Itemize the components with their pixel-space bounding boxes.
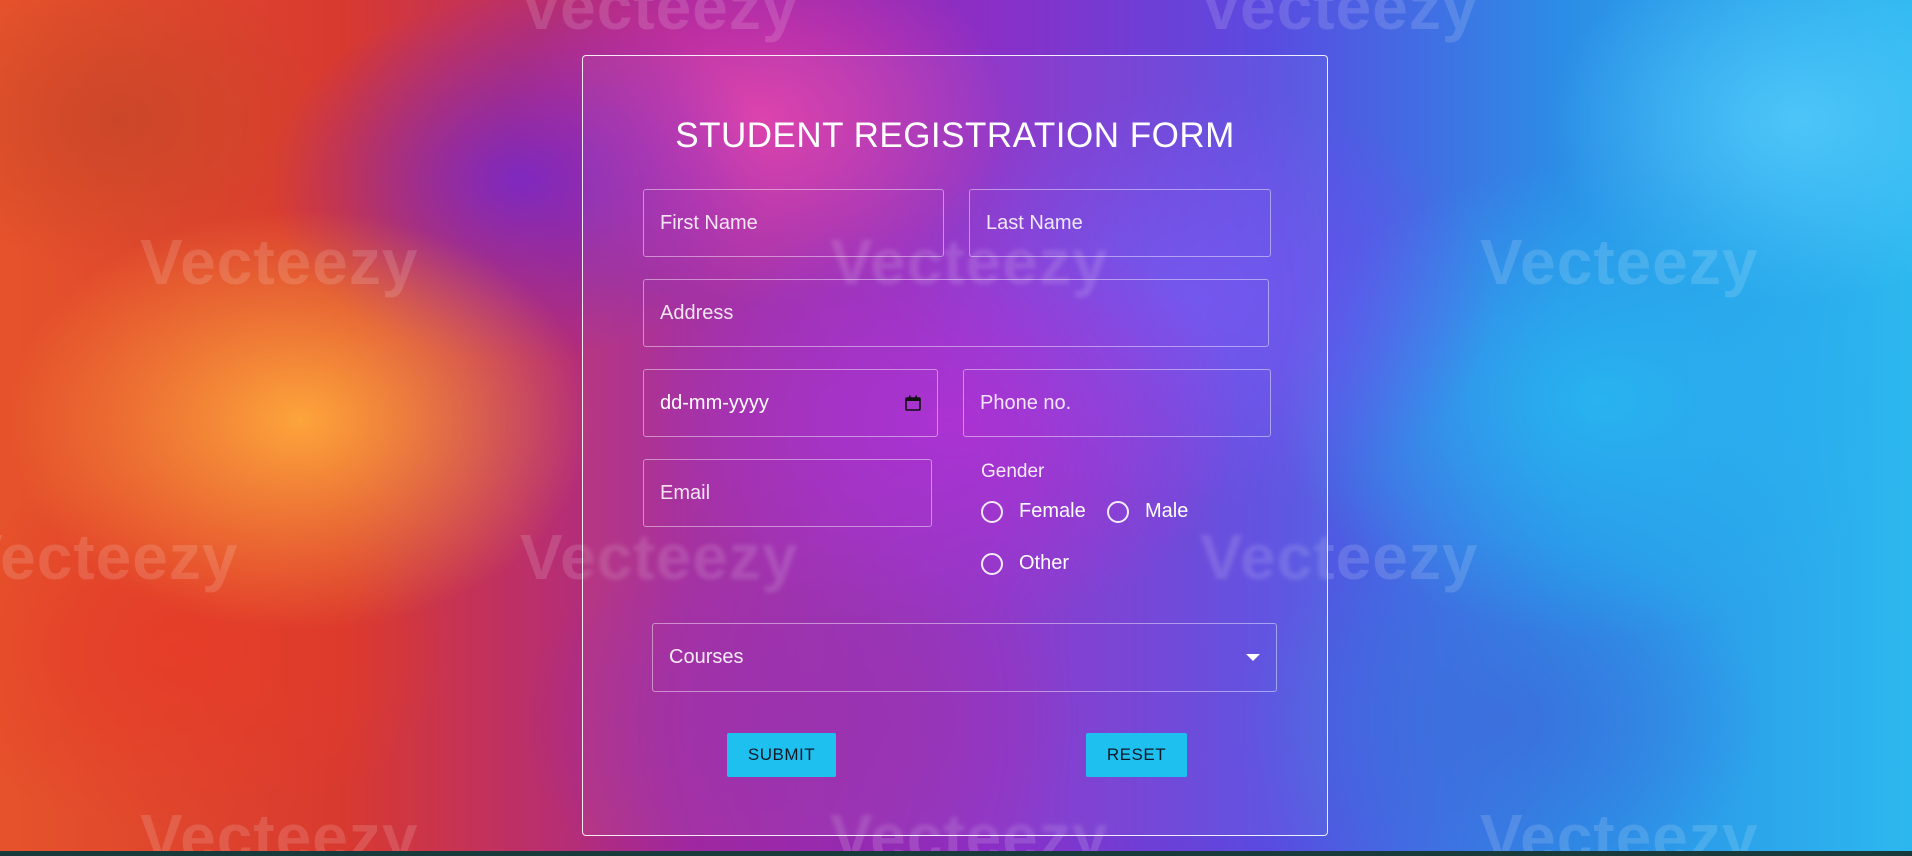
bottom-strip: [0, 851, 1912, 856]
registration-form: STUDENT REGISTRATION FORM dd-mm-yyyy Gen…: [582, 55, 1328, 836]
reset-button[interactable]: RESET: [1086, 733, 1187, 777]
gender-option-male[interactable]: Male: [1107, 500, 1188, 523]
gender-label: Gender: [981, 461, 1045, 482]
date-placeholder: dd-mm-yyyy: [660, 391, 769, 414]
date-of-birth-input[interactable]: dd-mm-yyyy: [643, 369, 938, 437]
gender-option-other[interactable]: Other: [981, 552, 1069, 575]
first-name-input[interactable]: [643, 189, 944, 257]
address-input[interactable]: [643, 279, 1269, 347]
watermark: Vecteezy: [140, 226, 419, 298]
gender-option-female[interactable]: Female: [981, 500, 1086, 523]
email-input[interactable]: [643, 459, 932, 527]
watermark: Vecteezy: [1480, 226, 1759, 298]
radio-circle-icon[interactable]: [981, 500, 1003, 523]
radio-circle-icon[interactable]: [981, 552, 1003, 575]
radio-circle-icon[interactable]: [1107, 500, 1129, 523]
courses-label: Courses: [669, 646, 744, 668]
gender-option-label: Male: [1145, 500, 1189, 522]
form-title: STUDENT REGISTRATION FORM: [675, 116, 1235, 155]
gender-option-label: Other: [1019, 552, 1070, 574]
gender-option-label: Female: [1019, 500, 1086, 522]
watermark: Vecteezy: [0, 521, 239, 593]
phone-input[interactable]: [963, 369, 1271, 437]
watermark: Vecteezy: [520, 0, 799, 43]
last-name-input[interactable]: [969, 189, 1271, 257]
courses-select[interactable]: Courses: [652, 623, 1277, 692]
calendar-icon[interactable]: [905, 395, 921, 411]
chevron-down-icon[interactable]: [1246, 654, 1260, 661]
watermark: Vecteezy: [1480, 801, 1759, 856]
watermark: Vecteezy: [1200, 0, 1479, 43]
watermark: Vecteezy: [140, 801, 419, 856]
submit-button[interactable]: SUBMIT: [727, 733, 836, 777]
